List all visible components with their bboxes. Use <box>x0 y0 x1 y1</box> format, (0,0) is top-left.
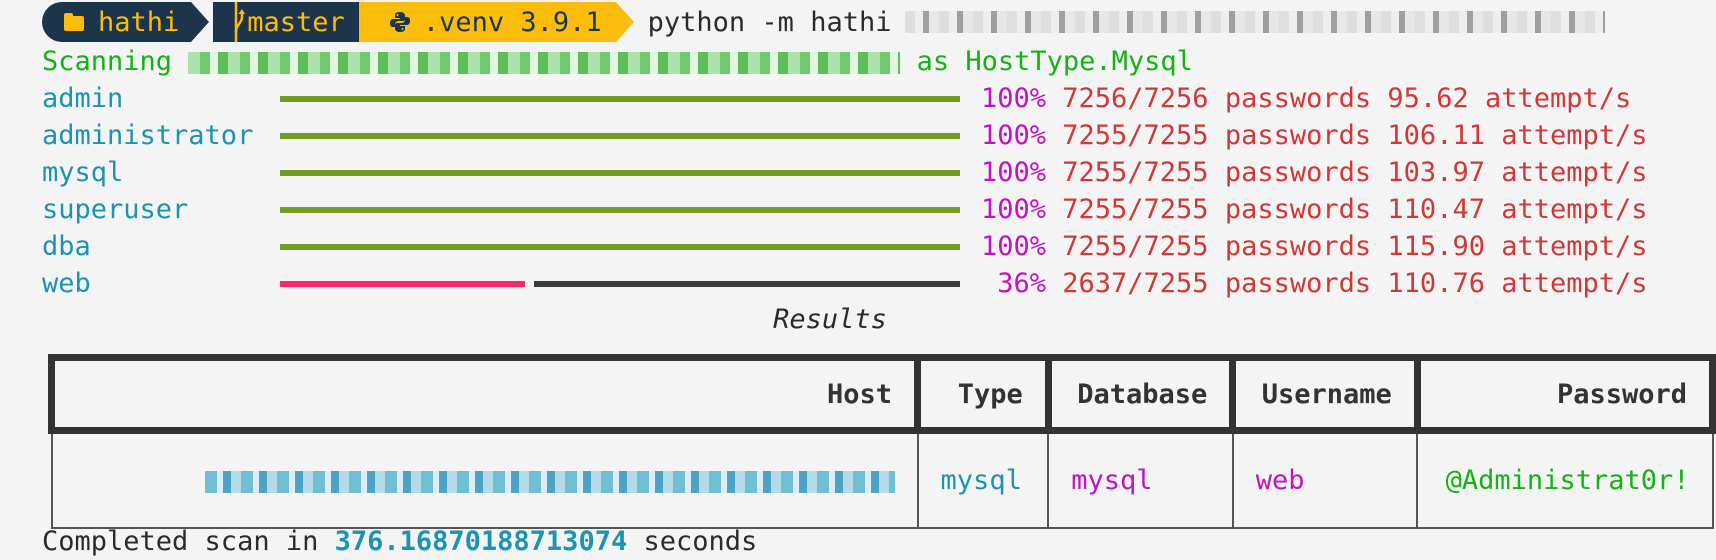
progress-row: web 36% 2637/7255 passwords 110.76 attemp… <box>42 265 1716 302</box>
progress-unit: passwords <box>1224 268 1372 299</box>
progress-username: administrator <box>42 120 254 151</box>
progress-rate: 106.11 <box>1387 120 1485 151</box>
progress-percent: 100% <box>980 157 1046 188</box>
progress-rate-unit: attempt/s <box>1501 157 1648 188</box>
progress-stats: 36% 2637/7255 passwords 110.76 attempt/s <box>976 265 1648 302</box>
progress-rate: 110.76 <box>1387 268 1485 299</box>
cell-host <box>50 430 919 529</box>
column-header-database: Database <box>1044 354 1237 434</box>
completion-prefix: Completed scan in <box>42 526 319 557</box>
cell-username: web <box>1231 430 1419 529</box>
prompt-directory-segment: hathi <box>42 2 210 42</box>
progress-rate: 115.90 <box>1387 231 1485 262</box>
progress-count: 7255/7255 <box>1062 231 1209 262</box>
progress-bar <box>280 96 960 102</box>
column-header-password: Password <box>1413 354 1716 434</box>
segment-separator <box>191 2 210 42</box>
progress-stats: 100% 7255/7255 passwords 115.90 attempt/… <box>976 228 1648 265</box>
shell-prompt: hathi master .venv 3.9.1 python -m hathi <box>42 2 1606 42</box>
progress-bar-remaining <box>534 281 960 287</box>
progress-rate: 95.62 <box>1387 83 1469 114</box>
progress-username: web <box>42 268 91 299</box>
progress-row: dba 100% 7255/7255 passwords 115.90 attem… <box>42 228 1716 265</box>
progress-bar-fill <box>280 96 960 102</box>
column-header-username: Username <box>1229 354 1421 434</box>
cell-password: @Administrat0r! <box>1416 430 1714 529</box>
progress-bar <box>280 207 960 213</box>
progress-percent: 36% <box>997 268 1046 299</box>
progress-username: admin <box>42 83 124 114</box>
progress-row: superuser 100% 7255/7255 passwords 110.47… <box>42 191 1716 228</box>
scanning-suffix: as HostType.Mysql <box>916 46 1193 77</box>
prompt-venv: .venv 3.9.1 <box>422 6 602 38</box>
progress-percent: 100% <box>980 231 1046 262</box>
progress-rate-unit: attempt/s <box>1484 83 1632 114</box>
progress-rate-unit: attempt/s <box>1501 268 1648 299</box>
completion-line: Completed scan in 376.16870188713074 sec… <box>42 523 757 560</box>
progress-bar-fill <box>280 281 525 287</box>
progress-bar <box>280 281 960 287</box>
prompt-git-segment: master <box>213 2 359 42</box>
progress-stats: 100% 7255/7255 passwords 110.47 attempt/… <box>976 191 1648 228</box>
prompt-venv-segment: .venv 3.9.1 <box>358 2 616 42</box>
progress-username: mysql <box>42 157 124 188</box>
progress-row: admin 100% 7256/7256 passwords 95.62 atte… <box>42 80 1716 117</box>
progress-rate: 103.97 <box>1387 157 1485 188</box>
progress-bar-fill <box>280 244 960 250</box>
progress-stats: 100% 7256/7256 passwords 95.62 attempt/s <box>976 80 1631 117</box>
progress-unit: passwords <box>1224 120 1372 151</box>
progress-bar <box>280 170 960 176</box>
prompt-git-branch: master <box>247 6 345 38</box>
scanning-prefix: Scanning <box>42 46 173 77</box>
progress-count: 2637/7255 <box>1062 268 1209 299</box>
cell-database: mysql <box>1047 430 1234 529</box>
folder-icon <box>64 12 84 31</box>
table-row: mysql mysql web @Administrat0r! <box>50 430 1714 529</box>
progress-unit: passwords <box>1224 157 1372 188</box>
progress-row: administrator 100% 7255/7255 passwords 10… <box>42 117 1716 154</box>
progress-stats: 100% 7255/7255 passwords 106.11 attempt/… <box>976 117 1648 154</box>
cell-type: mysql <box>916 430 1050 529</box>
python-icon <box>389 12 410 32</box>
progress-rate-unit: attempt/s <box>1501 231 1648 262</box>
progress-percent: 100% <box>980 194 1046 225</box>
completion-suffix: seconds <box>643 526 758 557</box>
prompt-directory: hathi <box>98 6 180 38</box>
table-header-row: Host Type Database Username Password <box>47 354 1716 434</box>
progress-bar <box>280 244 960 250</box>
progress-count: 7255/7255 <box>1062 157 1209 188</box>
progress-percent: 100% <box>980 120 1046 151</box>
progress-percent: 100% <box>980 83 1046 114</box>
column-header-type: Type <box>914 354 1052 434</box>
redacted-scan-target <box>188 51 901 74</box>
redacted-host <box>204 470 895 493</box>
progress-unit: passwords <box>1224 194 1372 225</box>
progress-unit: passwords <box>1224 231 1372 262</box>
git-branch-icon <box>235 2 246 42</box>
column-header-host: Host <box>47 354 922 434</box>
progress-bar-fill <box>280 170 960 176</box>
results-table: Host Type Database Username Password mys… <box>47 354 1716 529</box>
progress-rate-unit: attempt/s <box>1501 120 1648 151</box>
progress-username: dba <box>42 231 91 262</box>
scanning-line: Scanning as HostType.Mysql <box>42 43 1193 80</box>
progress-rate: 110.47 <box>1387 194 1485 225</box>
progress-username: superuser <box>42 194 189 225</box>
command-text: python -m hathi <box>647 6 892 38</box>
completion-seconds: 376.16870188713074 <box>334 526 628 557</box>
progress-rate-unit: attempt/s <box>1501 194 1648 225</box>
progress-unit: passwords <box>1224 83 1372 114</box>
progress-bar-fill <box>280 133 960 139</box>
progress-bar-fill <box>280 207 960 213</box>
progress-stats: 100% 7255/7255 passwords 103.97 attempt/… <box>976 154 1648 191</box>
results-title: Results <box>773 304 887 335</box>
progress-row: mysql 100% 7255/7255 passwords 103.97 att… <box>42 154 1716 191</box>
segment-separator <box>615 2 634 42</box>
progress-count: 7256/7256 <box>1062 83 1209 114</box>
progress-bar <box>280 133 960 139</box>
progress-count: 7255/7255 <box>1062 120 1209 151</box>
redacted-command-args <box>905 11 1606 33</box>
progress-count: 7255/7255 <box>1062 194 1209 225</box>
